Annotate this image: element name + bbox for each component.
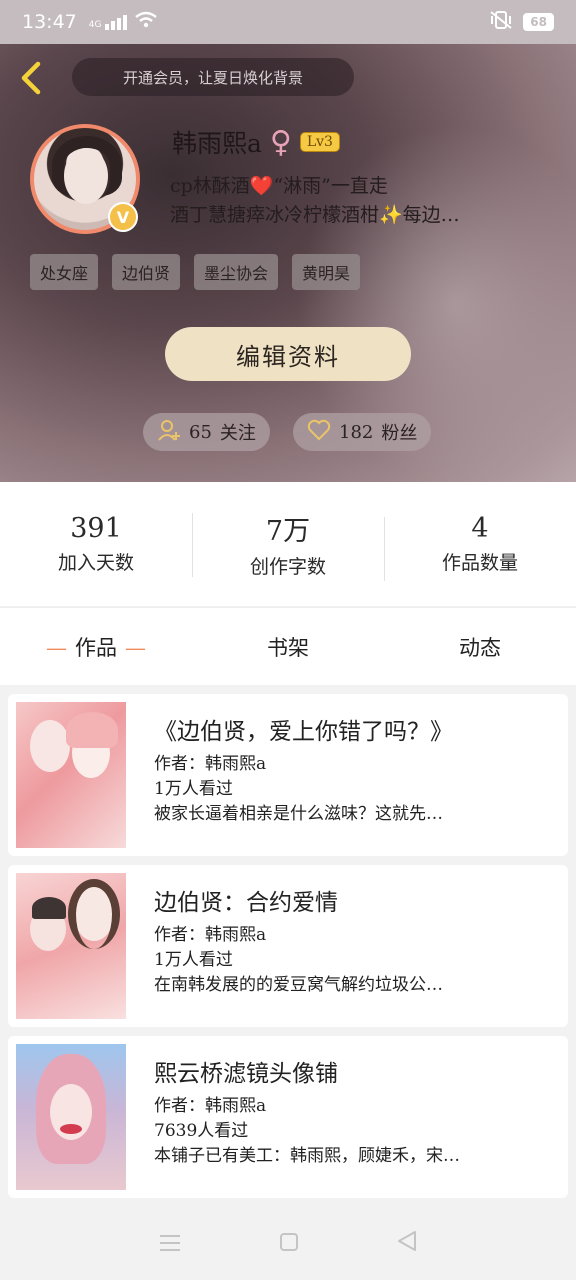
battery-icon: 68 <box>523 13 554 31</box>
work-cover-image <box>16 1044 126 1190</box>
tag-item[interactable]: 处女座 <box>30 254 99 290</box>
work-author: 作者：韩雨熙a <box>154 925 267 945</box>
stat-label: 加入天数 <box>57 552 134 574</box>
profile-header: 开通会员，让夏日焕化背景 V 韩雨熙a ♀ Lv3 cp林酥酒❤️“淋雨”一直走… <box>0 44 576 482</box>
tab-label: 书架 <box>267 635 309 660</box>
tag-item[interactable]: 墨尘协会 <box>194 254 279 290</box>
fans-button[interactable]: 182 粉丝 <box>293 413 432 451</box>
bio-line-1: cp林酥酒❤️“淋雨”一直走 <box>170 175 388 197</box>
stat-label: 创作字数 <box>249 556 326 578</box>
verified-badge-icon: V <box>108 202 138 232</box>
fans-count: 182 <box>339 421 374 443</box>
tab-bookshelf[interactable]: 书架 <box>192 632 384 662</box>
work-author: 作者：韩雨熙a <box>154 754 267 774</box>
status-bar: 13:47 4G 68 <box>0 0 576 44</box>
work-views: 1万人看过 <box>154 950 233 970</box>
stat-works: 4 作品数量 <box>384 513 576 581</box>
works-list: 《边伯贤，爱上你错了吗？》 作者：韩雨熙a 1万人看过 被家长逼着相亲是什么滋味… <box>8 694 568 1207</box>
stats-bar: 391 加入天数 7万 创作字数 4 作品数量 <box>0 482 576 606</box>
level-badge: Lv3 <box>299 132 340 152</box>
edit-profile-button[interactable]: 编辑资料 <box>165 327 411 381</box>
following-button[interactable]: 65 关注 <box>143 413 270 451</box>
menu-icon[interactable] <box>159 1230 181 1258</box>
home-icon[interactable] <box>279 1230 299 1258</box>
tab-activity[interactable]: 动态 <box>384 632 576 662</box>
vibrate-icon <box>489 10 513 34</box>
female-icon: ♀ <box>269 124 292 160</box>
system-nav-bar <box>0 1208 576 1280</box>
tab-label: 作品 <box>75 635 117 660</box>
status-time: 13:47 <box>22 11 77 33</box>
tag-item[interactable]: 边伯贤 <box>112 254 181 290</box>
work-card[interactable]: 边伯贤：合约爱情 作者：韩雨熙a 1万人看过 在南韩发展的的爱豆窝气解约垃圾公… <box>8 865 568 1027</box>
work-cover-image <box>16 873 126 1019</box>
work-title: 熙云桥滤镜头像铺 <box>154 1061 338 1087</box>
work-summary: 本铺子已有美工：韩雨熙，顾婕禾，宋… <box>154 1146 460 1166</box>
work-author: 作者：韩雨熙a <box>154 1096 267 1116</box>
stat-label: 作品数量 <box>441 552 518 574</box>
stat-words: 7万 创作字数 <box>192 509 384 579</box>
work-summary: 被家长逼着相亲是什么滋味？这就先… <box>154 804 443 824</box>
tab-bar: — 作品 — 书架 动态 <box>0 607 576 685</box>
work-title: 《边伯贤，爱上你错了吗？》 <box>154 719 453 745</box>
work-title: 边伯贤：合约爱情 <box>154 890 338 916</box>
back-triangle-icon[interactable] <box>397 1230 417 1258</box>
work-info: 熙云桥滤镜头像铺 作者：韩雨熙a 7639人看过 本铺子已有美工：韩雨熙，顾婕禾… <box>154 1054 556 1169</box>
work-card[interactable]: 《边伯贤，爱上你错了吗？》 作者：韩雨熙a 1万人看过 被家长逼着相亲是什么滋味… <box>8 694 568 856</box>
username-row: 韩雨熙a ♀ Lv3 <box>172 124 340 160</box>
bio: cp林酥酒❤️“淋雨”一直走 酒丁慧搪瘁冰冷柠檬酒柑✨每边… <box>170 172 555 230</box>
following-label: 关注 <box>219 423 256 444</box>
work-views: 1万人看过 <box>154 779 233 799</box>
work-info: 边伯贤：合约爱情 作者：韩雨熙a 1万人看过 在南韩发展的的爱豆窝气解约垃圾公… <box>154 883 556 998</box>
bio-line-2: 酒丁慧搪瘁冰冷柠檬酒柑✨每边… <box>170 204 460 226</box>
fans-label: 粉丝 <box>381 423 418 444</box>
work-summary: 在南韩发展的的爱豆窝气解约垃圾公… <box>154 975 443 995</box>
back-arrow-icon[interactable] <box>16 60 46 96</box>
stat-days: 391 加入天数 <box>0 513 192 575</box>
network-type: 4G <box>88 19 102 30</box>
vip-banner[interactable]: 开通会员，让夏日焕化背景 <box>72 58 354 96</box>
work-info: 《边伯贤，爱上你错了吗？》 作者：韩雨熙a 1万人看过 被家长逼着相亲是什么滋味… <box>154 712 556 827</box>
person-add-icon <box>157 418 181 447</box>
signal-icon: 4G <box>88 14 128 30</box>
stat-value: 4 <box>471 513 489 544</box>
work-cover-image <box>16 702 126 848</box>
heart-icon <box>307 419 331 446</box>
tag-item[interactable]: 黄明昊 <box>292 254 361 290</box>
stat-value: 391 <box>70 513 122 544</box>
work-card[interactable]: 熙云桥滤镜头像铺 作者：韩雨熙a 7639人看过 本铺子已有美工：韩雨熙，顾婕禾… <box>8 1036 568 1198</box>
stat-value: 7万 <box>265 516 311 547</box>
tab-label: 动态 <box>459 635 501 660</box>
following-count: 65 <box>189 421 212 443</box>
tab-works[interactable]: — 作品 — <box>0 632 192 662</box>
wifi-icon <box>135 11 158 34</box>
tag-list: 处女座 边伯贤 墨尘协会 黄明昊 <box>30 254 361 290</box>
username: 韩雨熙a <box>172 129 262 158</box>
work-views: 7639人看过 <box>154 1121 249 1141</box>
